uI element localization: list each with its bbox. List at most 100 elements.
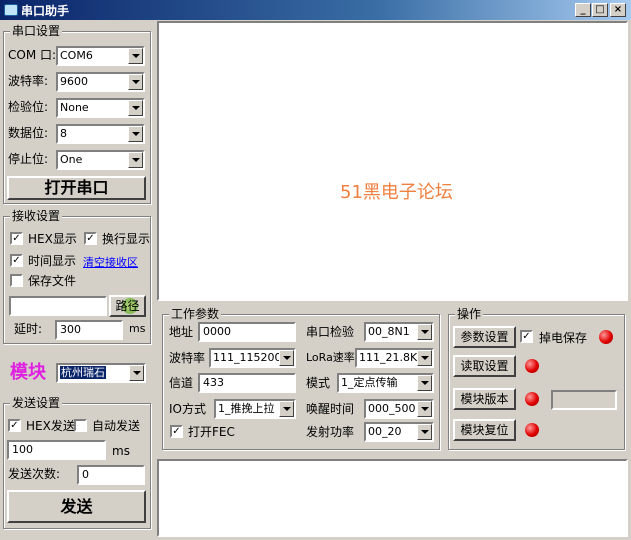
power-save-checkbox[interactable]: ✓ [520, 330, 533, 343]
delay-unit: ms [129, 322, 146, 335]
work-baud-label: 波特率 [169, 351, 206, 365]
module-label: 模块 [10, 362, 46, 383]
module-select[interactable]: 杭州瑞石 [56, 363, 146, 383]
uart-check-select[interactable]: 00_8N1 [364, 322, 434, 342]
io-mode-select[interactable]: 1_推挽上拉 [214, 399, 296, 419]
chevron-down-icon[interactable] [417, 324, 432, 340]
close-button[interactable]: × [610, 3, 626, 17]
baud-label: 波特率: [8, 74, 49, 88]
work-params-title: 工作参数 [169, 307, 222, 321]
send-count-value: 0 [82, 468, 89, 481]
parity-value: None [60, 101, 89, 114]
chevron-down-icon[interactable] [128, 48, 143, 64]
uart-check-value: 00_8N1 [368, 325, 410, 338]
time-display-label: 时间显示 [28, 254, 77, 268]
chevron-down-icon[interactable] [279, 401, 294, 417]
chevron-down-icon[interactable] [279, 350, 294, 366]
watermark-text: 51黑电子论坛 [340, 182, 453, 203]
chevron-down-icon[interactable] [128, 152, 143, 168]
uart-check-label: 串口检验 [306, 325, 355, 339]
com-value: COM6 [60, 49, 93, 62]
tx-power-select[interactable]: 00_20 [364, 422, 434, 442]
tx-power-value: 00_20 [368, 425, 402, 438]
power-save-label: 掉电保存 [539, 331, 588, 345]
baud-value: 9600 [60, 75, 88, 88]
open-port-button[interactable]: 打开串口 [7, 176, 146, 200]
wake-time-value: 000_500 [368, 402, 416, 415]
chevron-down-icon[interactable] [417, 424, 432, 440]
maximize-button[interactable]: □ [592, 3, 608, 17]
tx-power-label: 发射功率 [306, 425, 355, 439]
chevron-down-icon[interactable] [128, 126, 143, 142]
fec-checkbox[interactable]: ✓ [170, 425, 183, 438]
send-interval-input[interactable]: 100 [7, 440, 106, 460]
operations-title: 操作 [455, 307, 484, 321]
clear-receive-link[interactable]: 清空接收区 [83, 256, 138, 270]
channel-input[interactable]: 433 [198, 373, 296, 393]
receive-area[interactable]: 51黑电子论坛 [157, 21, 628, 301]
module-version-button[interactable]: 模块版本 [453, 388, 516, 410]
wake-time-label: 唤醒时间 [306, 402, 355, 416]
fec-label: 打开FEC [188, 425, 235, 439]
parity-select[interactable]: None [56, 98, 145, 118]
chevron-down-icon[interactable] [417, 401, 432, 417]
window-title: 串口助手 [21, 3, 70, 18]
chevron-down-icon[interactable] [129, 365, 144, 381]
mode-label: 模式 [306, 376, 331, 390]
file-path-input[interactable] [9, 296, 107, 316]
lora-rate-select[interactable]: 111_21.8K [355, 348, 434, 368]
module-reset-led [525, 423, 539, 437]
auto-send-label: 自动发送 [92, 419, 141, 433]
stopbits-select[interactable]: One [56, 150, 145, 170]
stopbits-value: One [60, 153, 83, 166]
mode-select[interactable]: 1_定点传输 [337, 373, 434, 393]
databits-value: 8 [60, 127, 67, 140]
com-label: COM 口: [8, 48, 57, 62]
address-label: 地址 [169, 325, 194, 339]
baud-select[interactable]: 9600 [56, 72, 145, 92]
address-input[interactable]: 0000 [198, 322, 296, 342]
app-icon [4, 4, 18, 16]
save-file-checkbox[interactable] [10, 274, 23, 287]
send-interval-value: 100 [12, 443, 33, 456]
minimize-button[interactable]: _ [575, 3, 591, 17]
send-button[interactable]: 发送 [7, 490, 146, 523]
work-baud-select[interactable]: 111_115200 [209, 348, 296, 368]
databits-select[interactable]: 8 [56, 124, 145, 144]
read-set-button[interactable]: 读取设置 [453, 355, 516, 377]
hex-send-checkbox[interactable]: ✓ [8, 419, 21, 432]
module-version-display [551, 390, 617, 410]
delay-label: 延时: [14, 322, 43, 336]
save-file-label: 保存文件 [28, 274, 77, 288]
delay-input[interactable]: 300 [55, 320, 123, 340]
hex-display-checkbox[interactable]: ✓ [10, 232, 23, 245]
send-count-input[interactable]: 0 [77, 465, 145, 485]
mode-value: 1_定点传输 [341, 376, 398, 389]
module-reset-button[interactable]: 模块复位 [453, 419, 516, 441]
newline-display-label: 换行显示 [102, 232, 151, 246]
chevron-down-icon[interactable] [417, 375, 432, 391]
module-value: 杭州瑞石 [60, 366, 106, 379]
path-button[interactable]: 路径 [109, 295, 146, 317]
chevron-down-icon[interactable] [128, 100, 143, 116]
io-mode-value: 1_推挽上拉 [218, 402, 275, 415]
serial-settings-title: 串口设置 [10, 24, 63, 38]
chevron-down-icon[interactable] [417, 350, 432, 366]
path-button-label: 路径 [115, 299, 140, 313]
chevron-down-icon[interactable] [128, 74, 143, 90]
send-area[interactable] [157, 459, 628, 537]
channel-value: 433 [203, 376, 224, 389]
hex-display-label: HEX显示 [28, 232, 77, 246]
wake-time-select[interactable]: 000_500 [364, 399, 434, 419]
work-baud-value: 111_115200 [213, 351, 282, 364]
time-display-checkbox[interactable]: ✓ [10, 254, 23, 267]
com-select[interactable]: COM6 [56, 46, 145, 66]
auto-send-checkbox[interactable] [74, 419, 87, 432]
module-version-led [525, 392, 539, 406]
newline-display-checkbox[interactable]: ✓ [84, 232, 97, 245]
parity-label: 检验位: [8, 100, 49, 114]
send-interval-unit: ms [112, 444, 130, 458]
delay-value: 300 [60, 323, 81, 336]
param-set-button[interactable]: 参数设置 [453, 326, 516, 348]
send-settings-title: 发送设置 [10, 396, 63, 410]
